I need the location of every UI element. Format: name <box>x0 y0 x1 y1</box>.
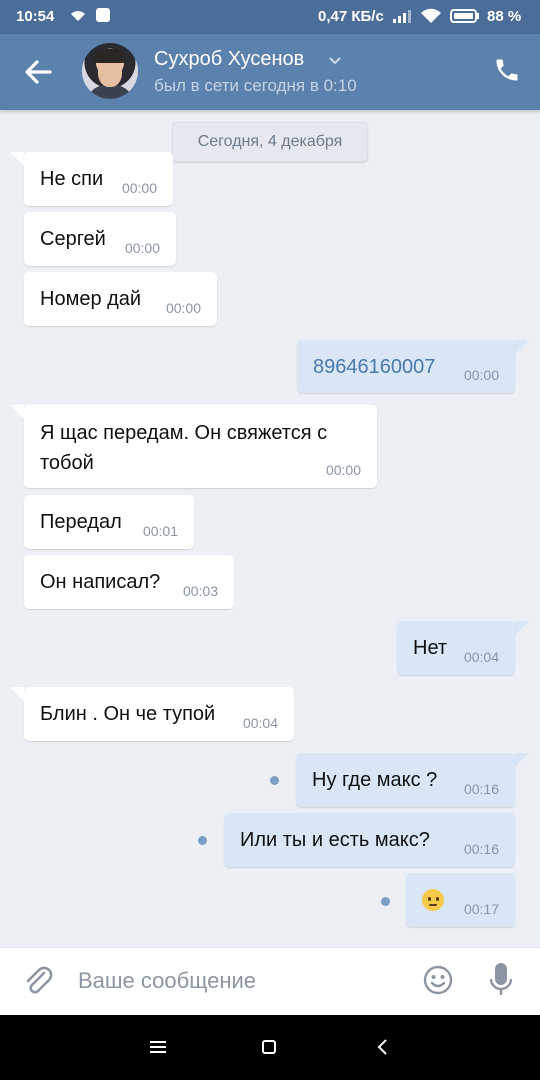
system-navigation-bar <box>0 1015 540 1080</box>
bubble-tail <box>515 340 529 354</box>
message-text: Не спи <box>40 168 104 190</box>
message-time: 00:04 <box>242 715 278 731</box>
message-bubble-incoming[interactable]: Не спи 00:00 <box>24 152 173 206</box>
message-text: Он написал? <box>40 571 161 593</box>
message-bubble-incoming[interactable]: Передал 00:01 <box>24 495 194 549</box>
message-text: Или ты и есть макс? <box>240 829 430 851</box>
message-text: Сергей <box>40 228 106 250</box>
message-text: Нет <box>413 637 448 659</box>
unread-indicator <box>270 776 279 785</box>
menu-icon[interactable] <box>150 1040 166 1054</box>
status-time: 10:54 <box>16 8 55 25</box>
phone-icon[interactable] <box>493 56 521 84</box>
message-composer <box>0 947 540 1016</box>
message-time: 00:04 <box>463 649 499 665</box>
bubble-tail <box>515 621 529 635</box>
message-bubble-outgoing[interactable]: 00:17 <box>406 873 515 927</box>
paperclip-icon[interactable] <box>22 964 56 998</box>
message-bubble-outgoing[interactable]: 89646160007 00:00 <box>297 340 515 393</box>
avatar[interactable] <box>82 43 138 99</box>
message-text: Передал <box>40 511 122 533</box>
message-time: 00:01 <box>142 523 178 539</box>
bubble-tail <box>10 687 24 701</box>
message-time: 00:16 <box>463 841 499 857</box>
message-bubble-incoming[interactable]: Сергей 00:00 <box>24 212 176 266</box>
emoji-icon[interactable] <box>422 964 454 996</box>
bubble-tail <box>515 753 529 767</box>
battery-icon <box>450 9 479 23</box>
chevron-down-icon[interactable] <box>328 56 342 66</box>
chat-header: Сухроб Хусенов был в сети сегодня в 0:10 <box>0 34 540 110</box>
message-time: 00:03 <box>182 583 218 599</box>
battery-percent: 88 % <box>487 8 522 25</box>
message-bubble-outgoing[interactable]: Ну где макс ? 00:16 <box>296 753 515 807</box>
nav-back-icon[interactable] <box>376 1038 388 1056</box>
message-text: Блин . Он че тупой <box>40 703 216 725</box>
message-input[interactable] <box>78 964 398 998</box>
message-time: 00:00 <box>124 240 160 256</box>
message-text: Номер дай <box>40 288 142 310</box>
wifi-icon <box>71 11 85 21</box>
unread-indicator <box>381 897 390 906</box>
microphone-icon[interactable] <box>488 961 514 999</box>
signal-icon <box>393 10 411 23</box>
home-button[interactable] <box>262 1040 276 1054</box>
message-bubble-incoming[interactable]: Номер дай 00:00 <box>24 272 217 326</box>
message-bubble-incoming[interactable]: Он написал? 00:03 <box>24 555 234 609</box>
message-time: 00:00 <box>121 180 157 196</box>
network-speed: 0,47 КБ/с <box>318 8 384 25</box>
message-bubble-incoming[interactable]: Я щас передам. Он свяжется с тобой 00:00 <box>24 405 377 488</box>
bubble-tail <box>10 405 24 419</box>
message-time: 00:00 <box>463 367 499 383</box>
message-time: 00:16 <box>463 781 499 797</box>
message-text: Ну где макс ? <box>312 769 438 791</box>
unread-indicator <box>198 836 207 845</box>
message-time: 00:00 <box>165 300 201 316</box>
message-time: 00:17 <box>463 901 499 917</box>
status-bar: 10:54 0,47 КБ/с 88 % <box>0 0 540 34</box>
message-time: 00:00 <box>325 462 361 478</box>
message-bubble-outgoing[interactable]: Нет 00:04 <box>397 621 515 675</box>
last-seen-status: был в сети сегодня в 0:10 <box>154 76 357 95</box>
confused-emoji-icon <box>422 888 444 911</box>
back-arrow-icon[interactable] <box>20 56 56 88</box>
date-separator: Сегодня, 4 декабря <box>172 122 368 162</box>
wifi-icon <box>421 8 441 23</box>
message-text: Я щас передам. Он свяжется с тобой <box>40 422 328 474</box>
message-bubble-outgoing[interactable]: Или ты и есть макс? 00:16 <box>224 813 515 867</box>
notification-icon <box>96 8 110 22</box>
bubble-tail <box>10 152 24 166</box>
phone-number-link[interactable]: 89646160007 <box>313 356 435 379</box>
contact-name[interactable]: Сухроб Хусенов <box>154 48 304 71</box>
message-bubble-incoming[interactable]: Блин . Он че тупой 00:04 <box>24 687 294 741</box>
